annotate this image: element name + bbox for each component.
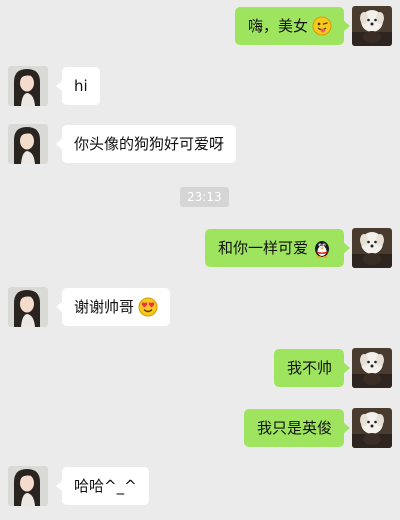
message-text: 哈哈^_^ (74, 477, 137, 495)
message-row-me: 我只是英俊 (0, 408, 400, 450)
avatar-me[interactable] (352, 6, 392, 46)
message-text: 和你一样可爱 (217, 239, 308, 257)
message-row-them: hi (0, 66, 400, 108)
message-row-me: 嗨，美女 (0, 6, 400, 48)
avatar-me[interactable] (352, 228, 392, 268)
girl-avatar-icon (8, 124, 48, 164)
message-bubble-them[interactable]: 谢谢帅哥 (55, 288, 171, 326)
winking-tongue-emoji-icon (312, 16, 332, 36)
avatar-me[interactable] (352, 408, 392, 448)
message-bubble-them[interactable]: 哈哈^_^ (56, 467, 149, 505)
avatar-them[interactable] (8, 124, 48, 164)
message-bubble-them[interactable]: 你头像的狗狗好可爱呀 (55, 125, 237, 163)
message-row-them: 哈哈^_^ (0, 466, 400, 508)
message-row-them: 谢谢帅哥 (0, 287, 400, 329)
message-bubble-me[interactable]: 我不帅 (273, 349, 351, 387)
avatar-them[interactable] (8, 287, 48, 327)
message-row-them: 你头像的狗狗好可爱呀 (0, 124, 400, 166)
message-row-me: 和你一样可爱 (0, 228, 400, 270)
avatar-me[interactable] (352, 348, 392, 388)
message-bubble-me[interactable]: 我只是英俊 (243, 409, 351, 447)
dog-avatar-icon (352, 408, 392, 448)
message-text: 我不帅 (286, 359, 332, 377)
girl-avatar-icon (8, 466, 48, 506)
heart-eyes-emoji-icon (138, 297, 158, 317)
penguin-emoji-icon (312, 238, 332, 258)
message-text: 谢谢帅哥 (74, 298, 135, 316)
message-bubble-me[interactable]: 和你一样可爱 (204, 229, 351, 267)
message-text: 你头像的狗狗好可爱呀 (74, 135, 225, 153)
message-text: 嗨，美女 (247, 17, 308, 35)
dog-avatar-icon (352, 348, 392, 388)
message-text: 我只是英俊 (256, 419, 332, 437)
avatar-them[interactable] (8, 66, 48, 106)
dog-avatar-icon (352, 6, 392, 46)
timestamp-badge: 23:13 (180, 187, 229, 207)
girl-avatar-icon (8, 287, 48, 327)
girl-avatar-icon (8, 66, 48, 106)
message-bubble-them[interactable]: hi (56, 67, 100, 105)
message-bubble-me[interactable]: 嗨，美女 (234, 7, 351, 45)
avatar-them[interactable] (8, 466, 48, 506)
message-row-me: 我不帅 (0, 348, 400, 390)
message-text: hi (74, 77, 88, 95)
dog-avatar-icon (352, 228, 392, 268)
